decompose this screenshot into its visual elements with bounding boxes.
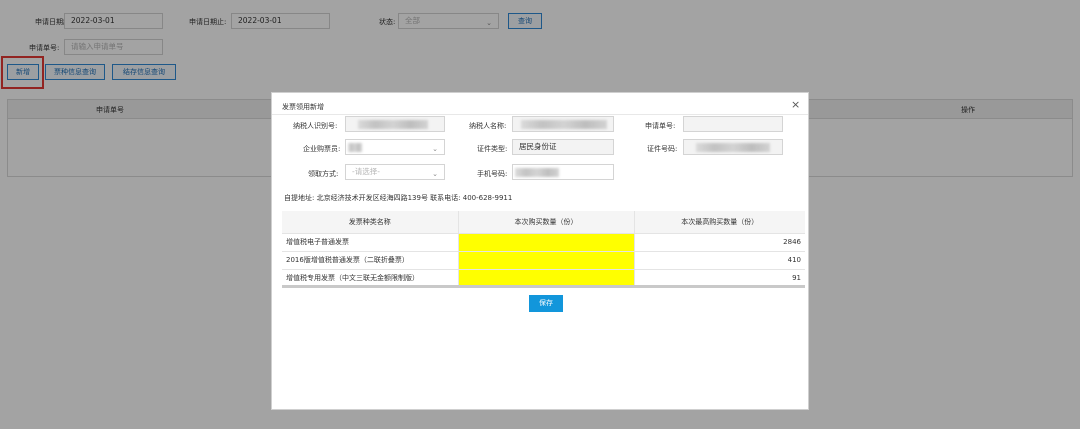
pickup-method-select[interactable]: -请选择- ⌄ — [345, 164, 445, 180]
invoice-type-table: 发票种类名称 本次购买数量（份） 本次最高购买数量（份） 增值税电子普通发票 2… — [282, 211, 805, 288]
id-no-label: 证件号码: — [647, 145, 678, 153]
redacted-taxpayer-id — [358, 120, 428, 129]
id-type-label: 证件类型: — [477, 145, 508, 153]
invoice-apply-modal: 发票领用新增 × 纳税人识别号: 纳税人名称: 申请单号: 企业购票员: ⌄ 证… — [271, 92, 809, 410]
address-line: 自提地址: 北京经济技术开发区经海四路139号 联系电话: 400-628-99… — [284, 194, 513, 202]
chevron-down-icon: ⌄ — [432, 145, 438, 153]
taxpayer-name-label: 纳税人名称: — [469, 122, 507, 130]
invoice-type-name: 增值税电子普通发票 — [282, 233, 459, 252]
chevron-down-icon: ⌄ — [432, 170, 438, 178]
redacted-phone — [515, 168, 559, 177]
phone-label: 手机号码: — [477, 170, 508, 178]
buyer-label: 企业购票员: — [303, 145, 341, 153]
max-qty: 2846 — [634, 233, 805, 252]
taxpayer-id-label: 纳税人识别号: — [293, 122, 338, 130]
id-type-display: 居民身份证 — [512, 139, 614, 155]
table-row: 2016版增值税普通发票（二联折叠票） 410 — [282, 251, 805, 270]
phone-input[interactable] — [512, 164, 614, 180]
invoice-type-name: 2016版增值税普通发票（二联折叠票） — [282, 251, 459, 270]
apply-no-label-modal: 申请单号: — [645, 122, 676, 130]
save-button[interactable]: 保存 — [529, 295, 563, 312]
pickup-method-label: 领取方式: — [308, 170, 339, 178]
redacted-taxpayer-name — [521, 120, 607, 129]
close-icon[interactable]: × — [791, 98, 800, 111]
col-buy-qty: 本次购买数量（份） — [458, 211, 635, 234]
col-max-qty: 本次最高购买数量（份） — [634, 211, 805, 234]
col-invoice-type: 发票种类名称 — [282, 211, 459, 234]
table-scrollbar[interactable] — [282, 285, 805, 288]
pickup-method-placeholder: -请选择- — [352, 167, 380, 176]
redacted-buyer — [348, 143, 362, 152]
modal-title: 发票领用新增 — [282, 103, 324, 111]
max-qty: 410 — [634, 251, 805, 270]
modal-divider — [272, 114, 808, 115]
apply-no-display — [683, 116, 783, 132]
buy-qty-input[interactable] — [458, 233, 635, 252]
id-no-display — [683, 139, 783, 155]
redacted-id-no — [696, 143, 770, 152]
taxpayer-name-input — [512, 116, 614, 132]
buyer-select[interactable]: ⌄ — [345, 139, 445, 155]
table-header-row: 发票种类名称 本次购买数量（份） 本次最高购买数量（份） — [282, 211, 805, 234]
buy-qty-input[interactable] — [458, 251, 635, 270]
taxpayer-id-input — [345, 116, 445, 132]
table-row: 增值税电子普通发票 2846 — [282, 233, 805, 252]
